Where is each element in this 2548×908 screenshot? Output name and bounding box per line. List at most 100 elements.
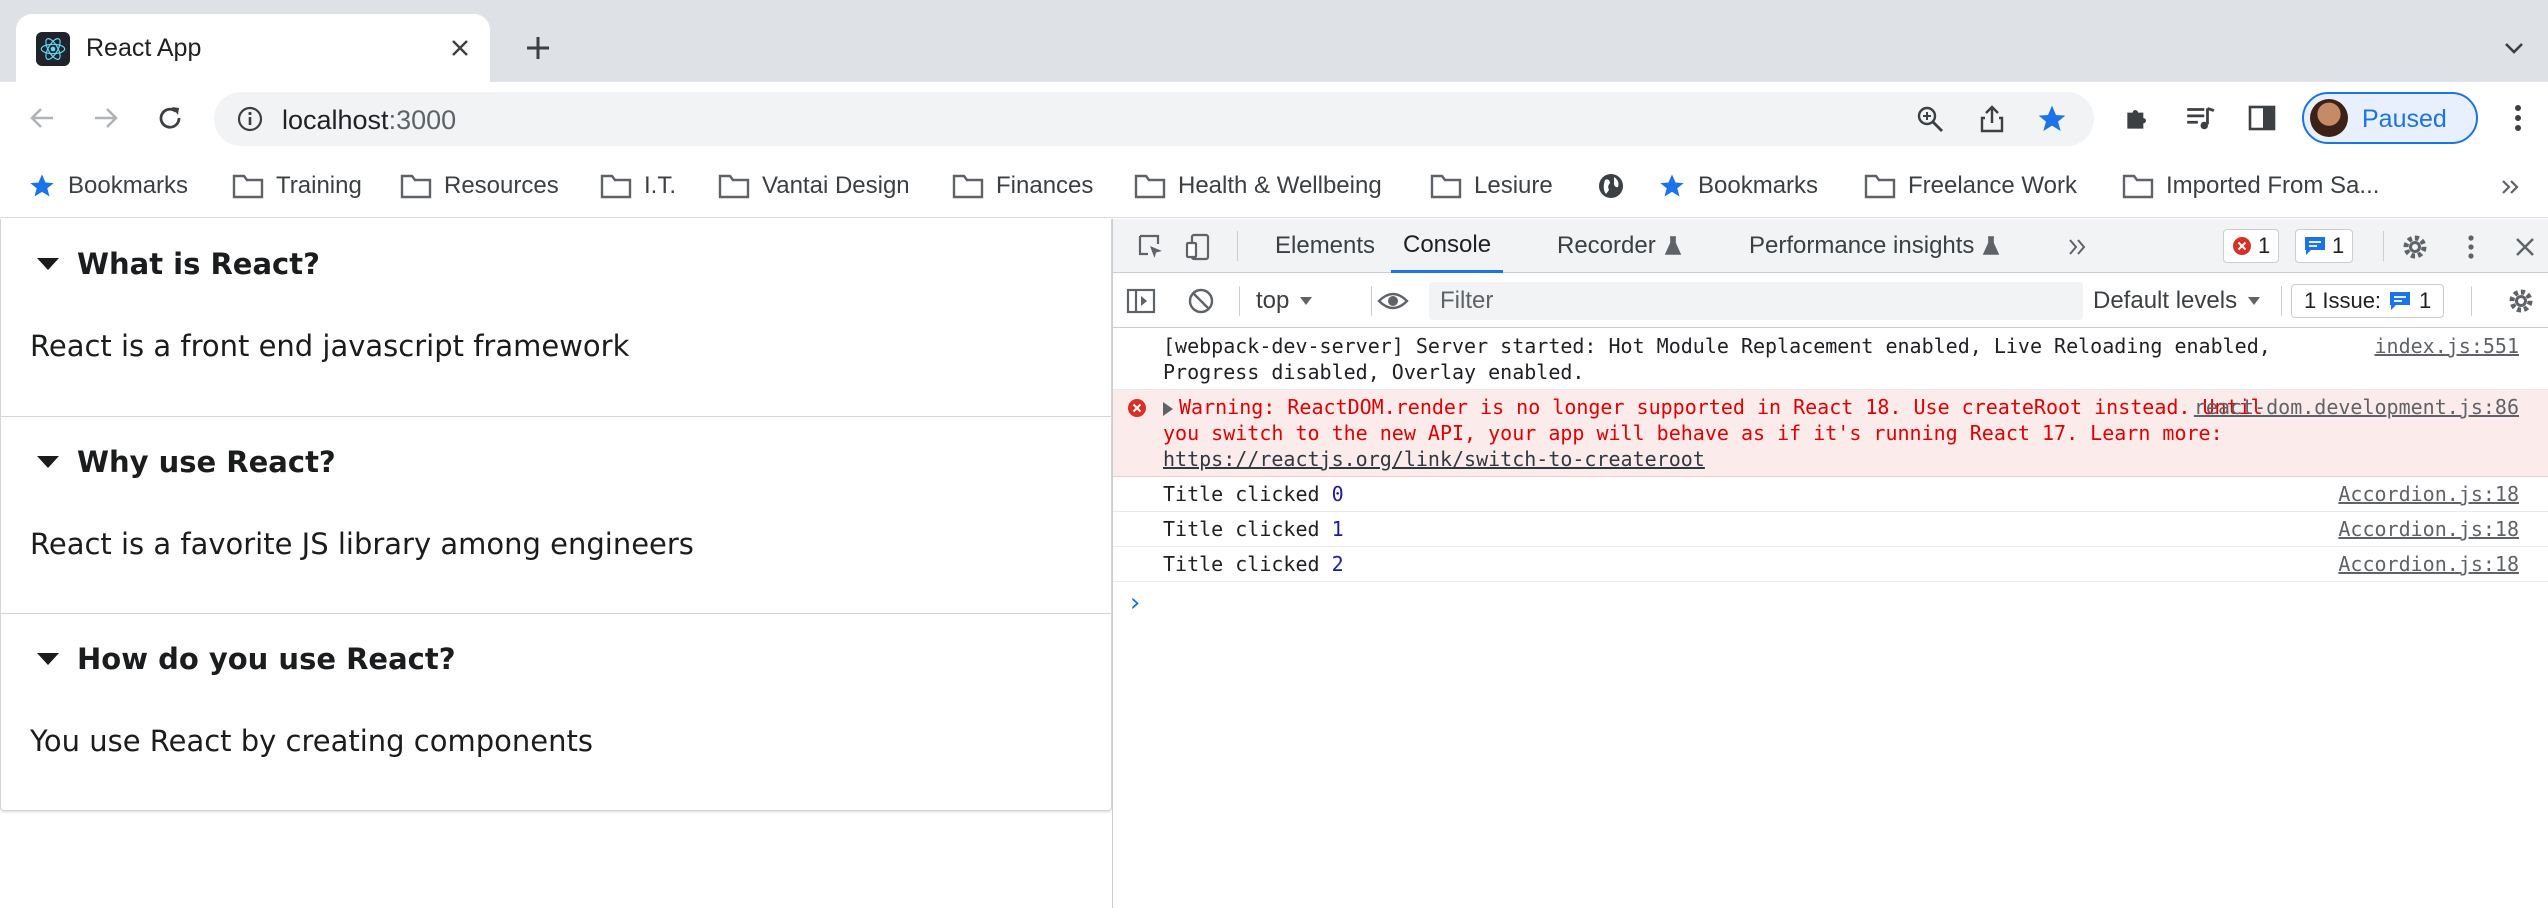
reload-icon[interactable] <box>148 96 192 140</box>
extensions-puzzle-icon[interactable] <box>2120 100 2156 136</box>
more-tabs-chevron-icon[interactable] <box>2061 231 2093 263</box>
console-prompt[interactable]: › <box>1113 582 2548 622</box>
context-label: top <box>1256 287 1290 314</box>
bookmark-label: Health & Wellbeing <box>1178 172 1382 199</box>
back-arrow-icon[interactable] <box>20 96 64 140</box>
expand-triangle-icon[interactable] <box>1163 401 1173 416</box>
bookmarks-bar: Bookmarks Training Resources I.T. Vantai… <box>0 154 2548 218</box>
browser-tab[interactable]: React App <box>16 14 490 82</box>
forward-arrow-icon[interactable] <box>84 96 128 140</box>
info-icon[interactable] <box>236 105 264 133</box>
bookmark-folder[interactable]: Vantai Design <box>718 168 910 204</box>
docs-link[interactable]: https://reactjs.org/link/switch-to-creat… <box>1163 447 1705 471</box>
source-link[interactable]: index.js:551 <box>2375 333 2520 359</box>
url-host: localhost <box>282 105 389 135</box>
dropdown-triangle-icon <box>2248 297 2261 305</box>
console-settings-gear-icon[interactable] <box>2505 285 2537 317</box>
bookmark-folder[interactable]: Freelance Work <box>1864 168 2077 204</box>
source-link[interactable]: Accordion.js:18 <box>2338 551 2519 577</box>
device-toolbar-icon[interactable] <box>1183 231 1215 263</box>
error-icon <box>1128 399 1146 417</box>
close-tab-icon[interactable] <box>444 32 476 64</box>
prompt-chevron-icon: › <box>1127 588 1143 618</box>
profile-button[interactable]: Paused <box>2302 92 2478 144</box>
clear-console-icon[interactable] <box>1185 285 1217 317</box>
source-link[interactable]: react-dom.development.js:86 <box>2194 394 2519 420</box>
log-text: Title clicked <box>1163 552 1332 576</box>
bookmark-folder[interactable]: Lesiure <box>1430 168 1553 204</box>
star-icon <box>1660 174 1684 197</box>
toolbar-divider <box>1237 231 1238 261</box>
error-icon <box>2233 237 2251 255</box>
tab-performance-insights[interactable]: Performance insights <box>1749 219 2000 273</box>
tab-elements[interactable]: Elements <box>1275 219 1375 273</box>
accordion-item: What is React? React is a front end java… <box>1 219 1111 416</box>
log-text: Title clicked <box>1163 482 1332 506</box>
profile-status: Paused <box>2362 105 2447 133</box>
chevron-double-right-icon[interactable] <box>2500 172 2520 204</box>
error-count: 1 <box>2258 233 2271 258</box>
page-viewport: What is React? React is a front end java… <box>0 219 1112 908</box>
message-icon <box>2390 292 2411 310</box>
bookmark-label: Finances <box>996 172 1094 199</box>
zoom-icon[interactable] <box>1914 103 1946 135</box>
source-link[interactable]: Accordion.js:18 <box>2338 516 2519 542</box>
show-sidebar-icon[interactable] <box>1125 285 1157 317</box>
bookmark-folder[interactable]: Training <box>232 168 362 204</box>
console-output: [webpack-dev-server] Server started: Hot… <box>1113 329 2548 622</box>
caret-down-icon <box>37 653 59 665</box>
bookmark-star-icon[interactable] <box>2036 103 2068 135</box>
accordion-title[interactable]: What is React? <box>37 247 320 281</box>
message-counter[interactable]: 1 <box>2295 229 2354 263</box>
tab-performance-label: Performance insights <box>1749 232 1975 259</box>
bookmark-folder[interactable]: Imported From Sa... <box>2122 168 2379 204</box>
accordion-title-text: How do you use React? <box>77 642 456 676</box>
console-error-message: Warning: ReactDOM.render is no longer su… <box>1113 390 2548 477</box>
bookmark-label: I.T. <box>644 172 677 199</box>
chevron-down-icon[interactable] <box>2494 28 2534 68</box>
bookmark-label: Bookmarks <box>1698 172 1819 199</box>
star-icon <box>30 174 54 197</box>
tab-console[interactable]: Console <box>1391 219 1504 273</box>
console-filter-input[interactable] <box>1429 282 2083 320</box>
url-port: :3000 <box>388 105 457 135</box>
tab-recorder[interactable]: Recorder <box>1557 219 1682 273</box>
toolbar-divider <box>1239 286 1240 316</box>
accordion-title[interactable]: Why use React? <box>37 445 336 479</box>
more-menu-icon[interactable] <box>2500 100 2536 136</box>
devtools-menu-icon[interactable] <box>2455 231 2487 263</box>
accordion-content: React is a favorite JS library among eng… <box>30 527 694 561</box>
side-panel-icon[interactable] <box>2244 100 2280 136</box>
log-value: 1 <box>1331 517 1344 541</box>
close-devtools-icon[interactable] <box>2509 231 2541 263</box>
settings-gear-icon[interactable] <box>2399 231 2431 263</box>
bookmark-folder[interactable]: Resources <box>400 168 559 204</box>
inspect-element-icon[interactable] <box>1135 231 1167 263</box>
bookmark-label: Resources <box>444 172 559 199</box>
share-icon[interactable] <box>1976 103 2008 135</box>
bookmark-item[interactable]: Bookmarks <box>28 168 188 204</box>
eye-icon[interactable] <box>1377 285 1409 317</box>
caret-down-icon <box>37 456 59 468</box>
flask-icon <box>1664 236 1681 255</box>
context-selector[interactable]: top <box>1256 284 1313 318</box>
error-counter[interactable]: 1 <box>2223 229 2280 263</box>
globe-icon <box>1599 174 1623 198</box>
bookmark-folder[interactable]: I.T. <box>600 168 676 204</box>
media-queue-icon[interactable] <box>2182 100 2218 136</box>
bookmark-item[interactable]: Bookmarks <box>1658 168 1818 204</box>
bookmark-item[interactable] <box>1596 168 1626 204</box>
log-levels-dropdown[interactable]: Default levels <box>2093 284 2261 318</box>
bookmark-folder[interactable]: Finances <box>952 168 1093 204</box>
console-toolbar: top Default levels 1 Issue: 1 <box>1113 274 2548 328</box>
react-logo-icon <box>36 32 70 66</box>
folder-icon <box>952 174 984 199</box>
issues-button[interactable]: 1 Issue: 1 <box>2291 284 2445 318</box>
source-link[interactable]: Accordion.js:18 <box>2338 481 2519 507</box>
new-tab-icon[interactable] <box>518 28 558 68</box>
accordion-title[interactable]: How do you use React? <box>37 642 456 676</box>
console-log-row: Title clicked 2 Accordion.js:18 <box>1113 547 2548 582</box>
address-bar[interactable]: localhost:3000 <box>214 92 2094 146</box>
issues-count: 1 <box>2419 288 2432 313</box>
bookmark-folder[interactable]: Health & Wellbeing <box>1134 168 1382 204</box>
